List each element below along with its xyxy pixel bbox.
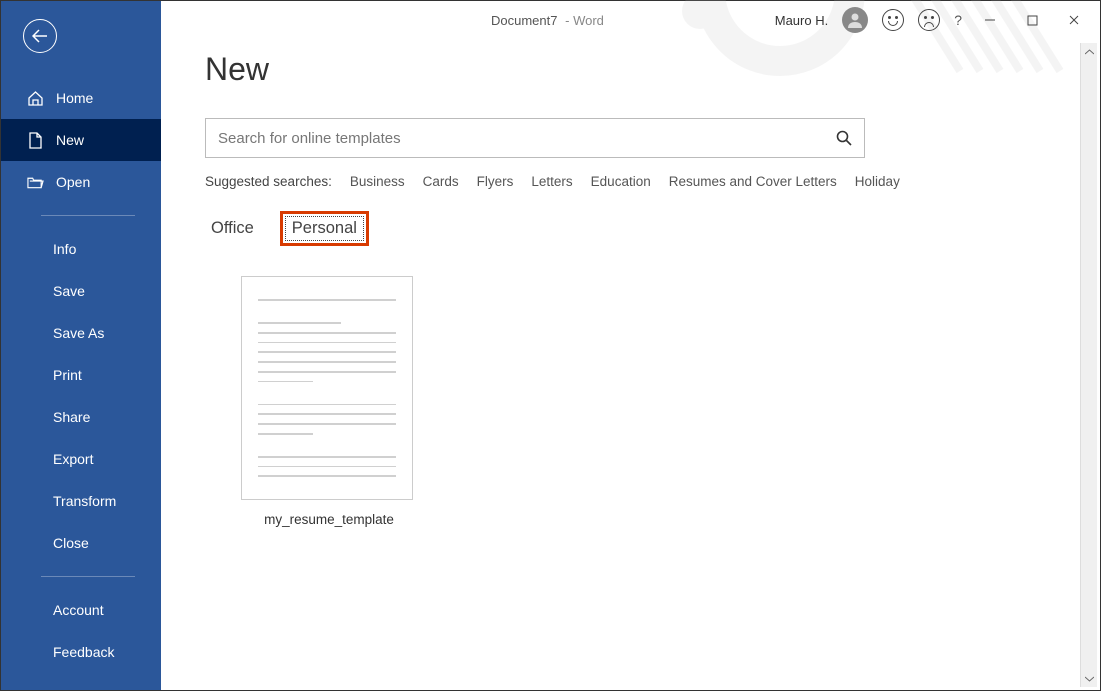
home-icon (27, 90, 44, 107)
nav-feedback[interactable]: Feedback (1, 631, 161, 673)
template-name: my_resume_template (241, 512, 417, 527)
template-item[interactable]: my_resume_template (241, 276, 417, 527)
titlebar: Document7 - Word Mauro H. ? (161, 1, 1100, 41)
suggested-label: Suggested searches: (205, 174, 332, 189)
close-button[interactable] (1060, 10, 1088, 30)
template-thumbnail (241, 276, 413, 500)
nav-print[interactable]: Print (1, 354, 161, 396)
template-grid: my_resume_template (241, 276, 1036, 527)
frown-icon[interactable] (918, 9, 940, 31)
minimize-button[interactable] (976, 10, 1004, 30)
suggested-link[interactable]: Resumes and Cover Letters (669, 174, 837, 189)
page-title: New (205, 51, 1036, 88)
nav-open[interactable]: Open (1, 161, 161, 203)
suggested-link[interactable]: Holiday (855, 174, 900, 189)
nav-save[interactable]: Save (1, 270, 161, 312)
document-icon (27, 132, 44, 149)
help-icon[interactable]: ? (954, 12, 962, 28)
search-container (205, 118, 865, 158)
suggested-link[interactable]: Business (350, 174, 405, 189)
nav-new[interactable]: New (1, 119, 161, 161)
nav-label: New (56, 132, 84, 148)
app-name: - Word (565, 13, 604, 28)
nav-label: Account (53, 602, 104, 618)
template-tabs: Office Personal (205, 211, 1036, 246)
nav-label: Save As (53, 325, 104, 341)
username-label: Mauro H. (775, 13, 828, 28)
nav-label: Export (53, 451, 93, 467)
arrow-left-icon (32, 29, 48, 43)
back-button[interactable] (23, 19, 57, 53)
nav-info[interactable]: Info (1, 228, 161, 270)
document-name: Document7 (491, 13, 557, 28)
search-button[interactable] (824, 119, 864, 157)
suggested-searches: Suggested searches: Business Cards Flyer… (205, 174, 1036, 189)
suggested-link[interactable]: Education (591, 174, 651, 189)
nav-saveas[interactable]: Save As (1, 312, 161, 354)
nav-transform[interactable]: Transform (1, 480, 161, 522)
nav-label: Transform (53, 493, 116, 509)
search-input[interactable] (206, 119, 824, 157)
sidebar: Home New Open Info Save Save As Print Sh… (1, 1, 161, 690)
main-content: New Suggested searches: Business Cards F… (161, 41, 1080, 687)
nav-label: Share (53, 409, 90, 425)
tab-office[interactable]: Office (205, 216, 260, 241)
scroll-up-button[interactable] (1081, 43, 1097, 60)
nav-label: Info (53, 241, 76, 257)
folder-open-icon (27, 174, 44, 191)
nav-account[interactable]: Account (1, 589, 161, 631)
nav-close[interactable]: Close (1, 522, 161, 564)
vertical-scrollbar[interactable] (1080, 43, 1097, 687)
scroll-down-button[interactable] (1081, 670, 1097, 687)
tab-personal[interactable]: Personal (280, 211, 369, 246)
smile-icon[interactable] (882, 9, 904, 31)
nav-label: Feedback (53, 644, 114, 660)
divider (41, 215, 135, 216)
suggested-link[interactable]: Cards (423, 174, 459, 189)
nav-home[interactable]: Home (1, 77, 161, 119)
window-title: Document7 - Word (491, 13, 604, 28)
nav-label: Open (56, 174, 90, 190)
titlebar-right: Mauro H. ? (775, 7, 1088, 33)
suggested-link[interactable]: Flyers (477, 174, 514, 189)
nav-label: Print (53, 367, 82, 383)
maximize-button[interactable] (1018, 10, 1046, 30)
nav-share[interactable]: Share (1, 396, 161, 438)
nav-label: Home (56, 90, 93, 106)
person-icon (846, 11, 864, 29)
search-icon (836, 130, 852, 146)
nav-label: Close (53, 535, 89, 551)
nav-export[interactable]: Export (1, 438, 161, 480)
nav-label: Save (53, 283, 85, 299)
divider (41, 576, 135, 577)
suggested-link[interactable]: Letters (531, 174, 572, 189)
avatar[interactable] (842, 7, 868, 33)
